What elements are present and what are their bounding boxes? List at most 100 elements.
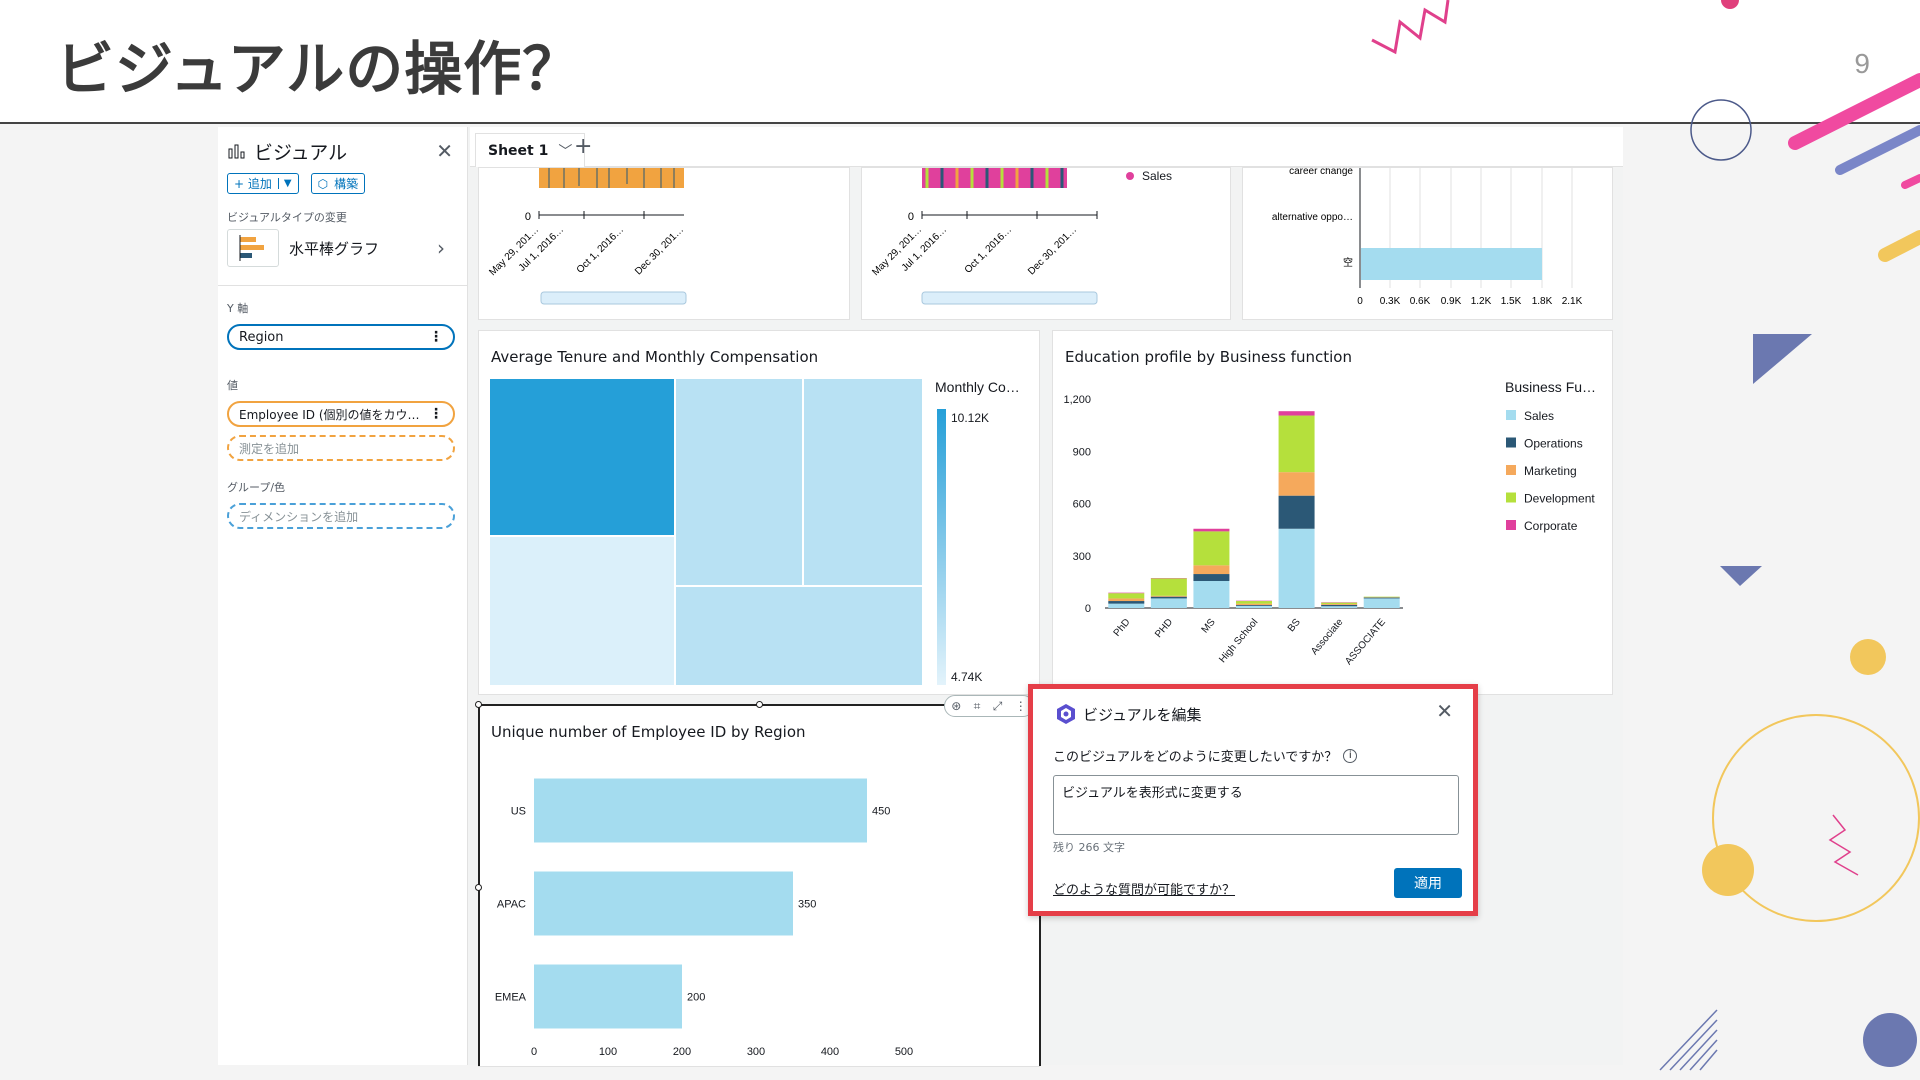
bar-segment[interactable]: [1108, 593, 1145, 599]
treemap-cell[interactable]: [676, 587, 922, 685]
x-tick-label: BS: [1286, 617, 1303, 635]
chevron-down-icon[interactable]: ▼: [277, 178, 292, 189]
x-tick-label: 0.6K: [1410, 296, 1431, 307]
bar-segment[interactable]: [1278, 495, 1315, 529]
close-icon[interactable]: ✕: [1436, 699, 1453, 723]
striped-series-area: [539, 168, 684, 188]
resize-handle[interactable]: [475, 884, 482, 891]
x-tick-label: 0.3K: [1380, 296, 1401, 307]
bar-segment[interactable]: [1193, 581, 1230, 608]
bar-segment[interactable]: [1193, 531, 1230, 566]
resize-handle[interactable]: [475, 701, 482, 708]
bar-segment[interactable]: [1278, 415, 1315, 473]
legend-label: Operations: [1524, 437, 1583, 451]
info-icon[interactable]: i: [1343, 748, 1358, 763]
bar-segment[interactable]: [1278, 472, 1315, 496]
top-right-chart-card[interactable]: career change alternative oppo… 空 0 0.3K…: [1242, 166, 1613, 320]
x-tick-label: Associate: [1309, 617, 1346, 658]
tab-sheet-1[interactable]: Sheet 1 ﹀: [475, 133, 586, 167]
legend-label: Marketing: [1524, 464, 1577, 478]
education-chart-card[interactable]: Education profile by Business function B…: [1052, 330, 1613, 695]
top-left-chart-card[interactable]: 0 May 29, 201… Jul 1, 2016… Oct 1, 2016……: [478, 167, 850, 320]
bar-segment[interactable]: [1193, 574, 1230, 582]
bar-segment[interactable]: [1193, 528, 1230, 532]
legend-label: Sales: [1142, 169, 1172, 183]
value-field-well[interactable]: Employee ID (個別の値をカウ… ⋮: [227, 401, 455, 427]
edit-instruction-input[interactable]: ビジュアルを表形式に変更する: [1053, 775, 1459, 835]
chart-edit-icon[interactable]: ⌗: [974, 699, 981, 714]
apply-button[interactable]: 適用: [1394, 868, 1462, 898]
legend-label: Corporate: [1524, 519, 1578, 533]
kebab-menu-icon[interactable]: ⋮: [429, 406, 443, 422]
chevron-down-icon[interactable]: ﹀: [558, 141, 572, 161]
build-visual-button[interactable]: ⬡ 構築: [310, 173, 366, 194]
bar-segment[interactable]: [1150, 598, 1187, 608]
bar-segment[interactable]: [1236, 605, 1272, 606]
x-tick-label: Oct 1, 2016…: [963, 224, 1014, 275]
close-icon[interactable]: ✕: [436, 139, 453, 163]
value-label: 値: [227, 379, 238, 392]
bar-segment[interactable]: [1108, 598, 1145, 602]
visual-type-selector[interactable]: 水平棒グラフ ›: [227, 228, 445, 268]
visuals-panel-title: ビジュアル: [254, 141, 348, 164]
treemap-cell[interactable]: [676, 379, 802, 585]
help-questions-link[interactable]: どのような質問が可能ですか？: [1053, 879, 1235, 898]
y-axis-field-well[interactable]: Region ⋮: [227, 324, 455, 350]
bar-segment[interactable]: [1150, 595, 1187, 597]
treemap-cell[interactable]: [804, 379, 922, 585]
y-category-label: alternative oppo…: [1272, 212, 1353, 223]
bar-segment[interactable]: [1363, 598, 1400, 608]
top-middle-chart-card[interactable]: Sales 0 May 29, 201… Jul 1, 2016… Oct 1,…: [861, 167, 1231, 320]
bar-segment[interactable]: [1108, 601, 1145, 604]
range-scrollbar[interactable]: [540, 291, 687, 305]
add-sheet-icon[interactable]: +: [574, 134, 592, 159]
bar-segment[interactable]: [1193, 565, 1230, 575]
range-scrollbar[interactable]: [921, 291, 1098, 305]
bar-segment[interactable]: [1363, 597, 1400, 599]
legend-swatch: [1506, 410, 1516, 420]
x-tick-label: 1.8K: [1532, 296, 1553, 307]
bar-segment[interactable]: [1363, 596, 1400, 598]
resize-handle[interactable]: [756, 701, 763, 708]
add-dimension-label: ディメンションを追加: [239, 509, 359, 524]
bar[interactable]: [1361, 248, 1542, 280]
treemap-cell[interactable]: [490, 379, 674, 535]
legend-title: Business Fu…: [1505, 379, 1596, 395]
bar-segment[interactable]: [1321, 606, 1358, 608]
bar-segment[interactable]: [1321, 603, 1358, 605]
kebab-menu-icon[interactable]: ⋮: [1015, 699, 1027, 713]
bar-segment[interactable]: [1321, 602, 1358, 604]
bar-segment[interactable]: [1108, 592, 1145, 594]
add-visual-button[interactable]: + 追加 ▼: [227, 173, 299, 194]
legend-swatch: [1506, 465, 1516, 475]
expand-icon[interactable]: ⤢: [993, 699, 1003, 714]
edit-popup-question: このビジュアルをどのように変更したいですか？ i: [1053, 746, 1358, 765]
kebab-menu-icon[interactable]: ⋮: [429, 329, 443, 345]
x-tick-label: High School: [1217, 617, 1260, 665]
tab-sheet-1-label: Sheet 1: [488, 142, 549, 159]
bar-segment[interactable]: [1108, 603, 1145, 608]
bar-segment[interactable]: [1321, 604, 1358, 607]
build-visual-label: 構築: [334, 177, 359, 191]
add-dimension-well[interactable]: ディメンションを追加: [227, 503, 455, 529]
horizontal-bar-icon: [227, 229, 279, 267]
treemap-cell[interactable]: [490, 537, 674, 685]
bar-segment[interactable]: [1150, 578, 1187, 596]
sheet-tab-bar: Sheet 1 ﹀ +: [470, 127, 1623, 167]
x-tick-label: MS: [1200, 617, 1218, 636]
treemap-card[interactable]: Average Tenure and Monthly Compensation …: [478, 330, 1040, 695]
sparkle-icon[interactable]: ⊛: [951, 699, 961, 713]
stacked-bar-chart: Business Fu… 0 300 600 900 1,200 PhD PHD MS High…: [1063, 379, 1596, 667]
bar-segment[interactable]: [1236, 601, 1272, 604]
x-tick-label: 1.2K: [1471, 296, 1492, 307]
add-measure-well[interactable]: 測定を追加: [227, 435, 455, 461]
bar-segment[interactable]: [1236, 603, 1272, 606]
bar-segment[interactable]: [1278, 528, 1315, 608]
question-text: このビジュアルをどのように変更したいですか？: [1053, 750, 1338, 765]
y-category-label: career change: [1289, 168, 1353, 177]
bar-segment[interactable]: [1278, 411, 1315, 416]
bar-segment[interactable]: [1236, 605, 1272, 608]
bar-segment[interactable]: [1150, 596, 1187, 599]
visuals-panel-header: ビジュアル ✕: [228, 137, 457, 165]
axis-zero-label: 0: [908, 211, 914, 223]
